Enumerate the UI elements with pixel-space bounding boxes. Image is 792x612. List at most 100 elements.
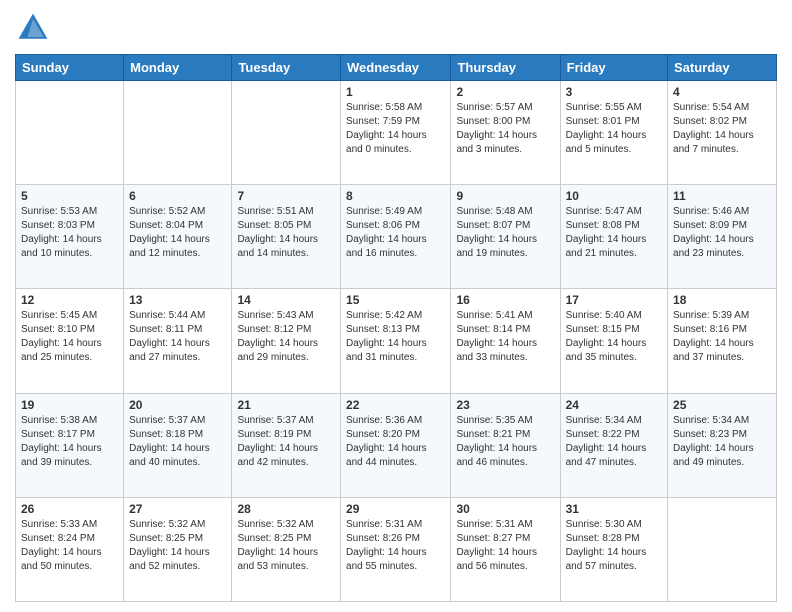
calendar-week-1: 1Sunrise: 5:58 AM Sunset: 7:59 PM Daylig… [16,81,777,185]
day-number: 25 [673,398,771,412]
calendar-cell: 10Sunrise: 5:47 AM Sunset: 8:08 PM Dayli… [560,185,667,289]
calendar-cell: 14 Sunrise: 5:43 AM Sunset: 8:12 PM Dayli… [232,289,341,393]
calendar-cell: 7 Sunrise: 5:51 AM Sunset: 8:05 PM Daylig… [232,185,341,289]
calendar-cell: 26 Sunrise: 5:33 AM Sunset: 8:24 PM Dayli… [16,497,124,601]
calendar-cell: 24Sunrise: 5:34 AM Sunset: 8:22 PM Dayli… [560,393,667,497]
day-info: Sunrise: 5:31 AM Sunset: 8:26 PM Dayligh… [346,518,445,574]
day-info: Sunrise: 5:42 AM Sunset: 8:13 PM Dayligh… [346,309,445,365]
calendar-cell: 4 Sunrise: 5:54 AM Sunset: 8:02 PM Daylig… [668,81,777,185]
calendar-cell: 18 Sunrise: 5:39 AM Sunset: 8:16 PM Dayli… [668,289,777,393]
day-info: Sunrise: 5:55 AM Sunset: 8:01 PM Dayligh… [566,101,662,157]
calendar-cell: 27 Sunrise: 5:32 AM Sunset: 8:25 PM Dayli… [124,497,232,601]
calendar-cell: 11 Sunrise: 5:46 AM Sunset: 8:09 PM Dayli… [668,185,777,289]
day-number: 23 [456,398,554,412]
calendar-cell: 1Sunrise: 5:58 AM Sunset: 7:59 PM Daylig… [341,81,451,185]
calendar-cell: 28 Sunrise: 5:32 AM Sunset: 8:25 PM Dayli… [232,497,341,601]
calendar-cell [232,81,341,185]
day-number: 20 [129,398,226,412]
calendar-header-tuesday: Tuesday [232,55,341,81]
day-number: 30 [456,502,554,516]
day-info: Sunrise: 5:30 AM Sunset: 8:28 PM Dayligh… [566,518,662,574]
day-info: Sunrise: 5:36 AM Sunset: 8:20 PM Dayligh… [346,414,445,470]
calendar-cell: 13Sunrise: 5:44 AM Sunset: 8:11 PM Dayli… [124,289,232,393]
day-info: Sunrise: 5:46 AM Sunset: 8:09 PM Dayligh… [673,205,771,261]
day-number: 28 [237,502,335,516]
calendar-cell: 17 Sunrise: 5:40 AM Sunset: 8:15 PM Dayli… [560,289,667,393]
day-info: Sunrise: 5:54 AM Sunset: 8:02 PM Dayligh… [673,101,771,157]
day-number: 22 [346,398,445,412]
day-number: 26 [21,502,118,516]
day-number: 7 [237,189,335,203]
day-number: 2 [456,85,554,99]
page: SundayMondayTuesdayWednesdayThursdayFrid… [0,0,792,612]
day-number: 11 [673,189,771,203]
day-info: Sunrise: 5:38 AM Sunset: 8:17 PM Dayligh… [21,414,118,470]
calendar-cell: 15 Sunrise: 5:42 AM Sunset: 8:13 PM Dayli… [341,289,451,393]
day-info: Sunrise: 5:37 AM Sunset: 8:19 PM Dayligh… [237,414,335,470]
calendar-cell: 2 Sunrise: 5:57 AM Sunset: 8:00 PM Daylig… [451,81,560,185]
day-number: 6 [129,189,226,203]
day-number: 27 [129,502,226,516]
calendar-header-monday: Monday [124,55,232,81]
logo [15,10,55,46]
calendar-cell: 25 Sunrise: 5:34 AM Sunset: 8:23 PM Dayli… [668,393,777,497]
day-number: 31 [566,502,662,516]
header [15,10,777,46]
calendar-header-thursday: Thursday [451,55,560,81]
calendar-week-5: 26 Sunrise: 5:33 AM Sunset: 8:24 PM Dayli… [16,497,777,601]
calendar-header-sunday: Sunday [16,55,124,81]
day-number: 9 [456,189,554,203]
day-number: 8 [346,189,445,203]
day-number: 12 [21,293,118,307]
day-number: 15 [346,293,445,307]
calendar-cell: 5 Sunrise: 5:53 AM Sunset: 8:03 PM Daylig… [16,185,124,289]
calendar-cell: 12 Sunrise: 5:45 AM Sunset: 8:10 PM Dayli… [16,289,124,393]
day-number: 3 [566,85,662,99]
day-info: Sunrise: 5:49 AM Sunset: 8:06 PM Dayligh… [346,205,445,261]
day-info: Sunrise: 5:39 AM Sunset: 8:16 PM Dayligh… [673,309,771,365]
day-info: Sunrise: 5:32 AM Sunset: 8:25 PM Dayligh… [129,518,226,574]
calendar-cell: 3 Sunrise: 5:55 AM Sunset: 8:01 PM Daylig… [560,81,667,185]
calendar-cell: 16 Sunrise: 5:41 AM Sunset: 8:14 PM Dayli… [451,289,560,393]
day-info: Sunrise: 5:53 AM Sunset: 8:03 PM Dayligh… [21,205,118,261]
day-info: Sunrise: 5:57 AM Sunset: 8:00 PM Dayligh… [456,101,554,157]
day-info: Sunrise: 5:43 AM Sunset: 8:12 PM Dayligh… [237,309,335,365]
calendar-week-4: 19 Sunrise: 5:38 AM Sunset: 8:17 PM Dayli… [16,393,777,497]
calendar-cell: 6 Sunrise: 5:52 AM Sunset: 8:04 PM Daylig… [124,185,232,289]
calendar: SundayMondayTuesdayWednesdayThursdayFrid… [15,54,777,602]
day-info: Sunrise: 5:34 AM Sunset: 8:23 PM Dayligh… [673,414,771,470]
day-info: Sunrise: 5:45 AM Sunset: 8:10 PM Dayligh… [21,309,118,365]
calendar-cell: 30 Sunrise: 5:31 AM Sunset: 8:27 PM Dayli… [451,497,560,601]
day-info: Sunrise: 5:52 AM Sunset: 8:04 PM Dayligh… [129,205,226,261]
day-number: 5 [21,189,118,203]
day-info: Sunrise: 5:48 AM Sunset: 8:07 PM Dayligh… [456,205,554,261]
day-info: Sunrise: 5:32 AM Sunset: 8:25 PM Dayligh… [237,518,335,574]
day-number: 17 [566,293,662,307]
calendar-header-row: SundayMondayTuesdayWednesdayThursdayFrid… [16,55,777,81]
day-info: Sunrise: 5:44 AM Sunset: 8:11 PM Dayligh… [129,309,226,365]
day-info: Sunrise: 5:40 AM Sunset: 8:15 PM Dayligh… [566,309,662,365]
calendar-week-3: 12 Sunrise: 5:45 AM Sunset: 8:10 PM Dayli… [16,289,777,393]
calendar-cell: 21Sunrise: 5:37 AM Sunset: 8:19 PM Dayli… [232,393,341,497]
calendar-cell: 19 Sunrise: 5:38 AM Sunset: 8:17 PM Dayli… [16,393,124,497]
day-number: 1 [346,85,445,99]
day-number: 16 [456,293,554,307]
day-number: 14 [237,293,335,307]
day-info: Sunrise: 5:34 AM Sunset: 8:22 PM Dayligh… [566,414,662,470]
calendar-cell: 20 Sunrise: 5:37 AM Sunset: 8:18 PM Dayli… [124,393,232,497]
day-number: 18 [673,293,771,307]
day-number: 19 [21,398,118,412]
calendar-cell [668,497,777,601]
day-number: 10 [566,189,662,203]
day-info: Sunrise: 5:31 AM Sunset: 8:27 PM Dayligh… [456,518,554,574]
calendar-cell: 8 Sunrise: 5:49 AM Sunset: 8:06 PM Daylig… [341,185,451,289]
logo-icon [15,10,51,46]
calendar-cell [16,81,124,185]
calendar-header-saturday: Saturday [668,55,777,81]
day-info: Sunrise: 5:41 AM Sunset: 8:14 PM Dayligh… [456,309,554,365]
day-info: Sunrise: 5:33 AM Sunset: 8:24 PM Dayligh… [21,518,118,574]
day-info: Sunrise: 5:51 AM Sunset: 8:05 PM Dayligh… [237,205,335,261]
day-info: Sunrise: 5:37 AM Sunset: 8:18 PM Dayligh… [129,414,226,470]
day-number: 4 [673,85,771,99]
calendar-cell: 31 Sunrise: 5:30 AM Sunset: 8:28 PM Dayli… [560,497,667,601]
